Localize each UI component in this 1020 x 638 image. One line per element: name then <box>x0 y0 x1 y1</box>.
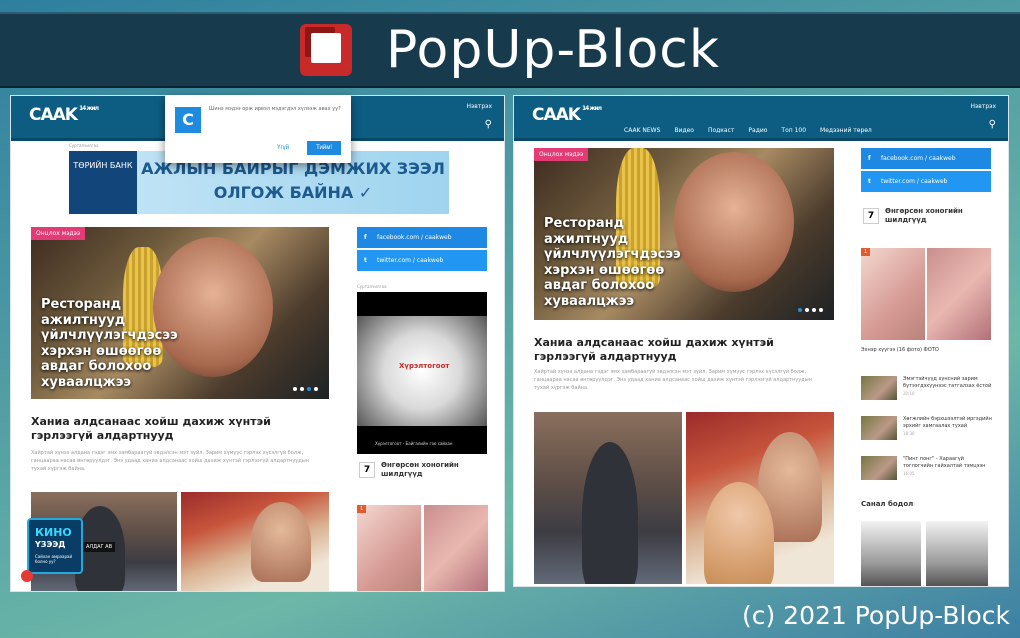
twitter-link[interactable]: t twitter.com / caakweb <box>861 171 991 192</box>
article-title[interactable]: Ханиа алдсанаас хойш дахиж хүнтэй гэрлээ… <box>31 415 321 443</box>
news-list-item[interactable]: Хөгжлийн бэрхшээлтэй иргэдийн эрхийг хам… <box>861 416 993 440</box>
site-nav: CAAK 14 жил Нэвтрэх CAAK NEWS Видео Подка… <box>514 96 1008 141</box>
popup-no-button[interactable]: Үгүй <box>277 145 289 151</box>
opinion-photo[interactable] <box>861 521 921 586</box>
trending-header: 7 Өнгөрсөн хоногийн шилдгүүд <box>359 461 471 479</box>
popup-message: Шинэ мэдээ орж ирвэл мэдэгдэл хүлээж ава… <box>209 106 341 112</box>
app-banner: PopUp-Block <box>0 12 1020 88</box>
banner-title: PopUp-Block <box>386 20 720 80</box>
facebook-link[interactable]: f facebook.com / caakweb <box>357 227 487 248</box>
menu-item[interactable]: Видео <box>674 127 694 134</box>
login-link[interactable]: Нэвтрэх <box>971 103 997 110</box>
opinion-heading: Санал бодол <box>861 500 914 508</box>
notification-popup: C Шинэ мэдээ орж ирвэл мэдэгдэл хүлээж а… <box>165 95 351 163</box>
copyright-footer: (c) 2021 PopUp-Block <box>741 601 1010 630</box>
site-logo[interactable]: CAAK 14 жил <box>532 105 602 125</box>
hero-badge: Онцлох мэдээ <box>31 227 86 240</box>
video-brand: Хүрэлтогоот <box>399 362 450 370</box>
site-menu: CAAK NEWS Видео Подкаст Радио Топ 100 Ме… <box>624 127 872 134</box>
trending-tile[interactable] <box>927 248 991 340</box>
search-icon[interactable]: ⚲ <box>989 119 996 130</box>
carousel-dots[interactable] <box>293 387 318 391</box>
hero-badge: Онцлох мэдээ <box>534 148 589 161</box>
sidebar-ad-label: Сурталчилгаа <box>357 284 387 289</box>
hero-image[interactable]: Онцлох мэдээ Ресторанд ажилтнууд үйлчлүү… <box>31 227 329 399</box>
menu-item[interactable]: Подкаст <box>708 127 734 134</box>
article-body: Хайртай хүнээ алдана гэдэг эмх замбарааг… <box>31 450 309 472</box>
caak-app-icon: C <box>175 107 201 133</box>
screenshot-with-popup: CAAK 14 жил Нэвтрэх ⚲ Сурталчилгаа ТӨРИЙН… <box>10 95 505 592</box>
news-list-item[interactable]: "Пинг понг" - Хараагүй тоглогчийн гайхал… <box>861 456 993 480</box>
notification-bell-icon[interactable] <box>21 570 33 582</box>
menu-item[interactable]: CAAK NEWS <box>624 127 660 134</box>
hero-headline[interactable]: Ресторанд ажилтнууд үйлчлүүлэгчдэсээ хэр… <box>544 216 694 310</box>
trending-header: 7 Өнгөрсөн хоногийн шилдгүүд <box>863 207 975 225</box>
kino-side-label: АЛДАГ АВ <box>83 542 115 552</box>
hero-headline[interactable]: Ресторанд ажилтнууд үйлчлүүлэгчдэсээ хэр… <box>41 297 191 391</box>
trending-tile[interactable] <box>424 505 488 591</box>
liam-photo[interactable] <box>686 412 834 584</box>
liam-photo[interactable] <box>181 492 329 591</box>
ad-label: Сурталчилгаа <box>69 143 99 148</box>
search-icon[interactable]: ⚲ <box>485 119 492 130</box>
tile-caption[interactable]: Эхнэр хүүгээ (16 фото) ФОТО <box>861 347 991 353</box>
carousel-dots[interactable] <box>798 308 823 312</box>
login-link[interactable]: Нэвтрэх <box>467 103 493 110</box>
keanu-photo[interactable] <box>534 412 682 584</box>
site-logo[interactable]: CAAK 14 жил <box>29 105 99 125</box>
opinion-photo[interactable] <box>926 521 988 586</box>
bank-logo: ТӨРИЙН БАНК <box>69 151 137 214</box>
trending-tile[interactable]: 1 <box>861 248 925 340</box>
article-title[interactable]: Ханиа алдсанаас хойш дахиж хүнтэй гэрлээ… <box>534 336 824 364</box>
video-caption: Хүрэлтогоот - Байгалийн гоо сайхан <box>375 441 453 446</box>
popup-yes-button[interactable]: Тийм! <box>307 141 341 155</box>
trending-tile[interactable]: 1 <box>357 505 421 591</box>
facebook-link[interactable]: f facebook.com / caakweb <box>861 148 991 169</box>
twitter-link[interactable]: t twitter.com / caakweb <box>357 250 487 271</box>
kino-widget[interactable]: КИНО ҮЗЭЭД Сайхан амраарай болно уу? <box>27 518 83 574</box>
screenshot-popup-blocked: CAAK 14 жил Нэвтрэх CAAK NEWS Видео Подка… <box>513 95 1009 587</box>
article-body: Хайртай хүнээ алдана гэдэг эмх замбарааг… <box>534 369 812 391</box>
popup-block-logo-icon <box>300 24 353 76</box>
hero-image[interactable]: Онцлох мэдээ Ресторанд ажилтнууд үйлчлүү… <box>534 148 834 320</box>
menu-item[interactable]: Медээний төрөл <box>820 127 872 134</box>
news-list-item[interactable]: Эмэгтэйчүүд хүнсний зарим бүтээгдэхүүнээ… <box>861 376 993 400</box>
menu-item[interactable]: Радио <box>748 127 767 134</box>
video-ad[interactable]: Хүрэлтогоот Хүрэлтогоот - Байгалийн гоо … <box>357 292 487 454</box>
menu-item[interactable]: Топ 100 <box>781 127 806 134</box>
